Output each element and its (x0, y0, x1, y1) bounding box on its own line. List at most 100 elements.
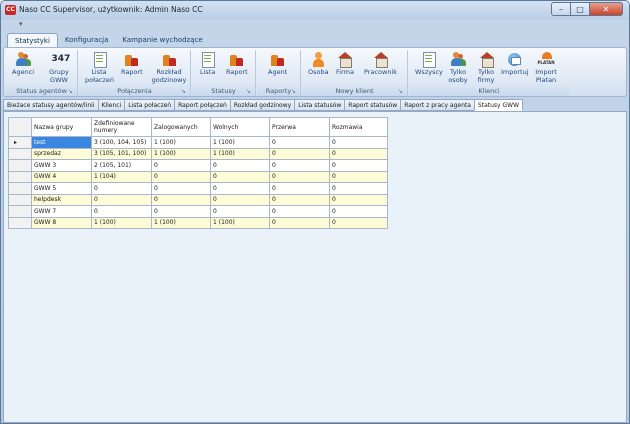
table-cell[interactable]: 1 (100) (210, 147, 270, 160)
table-cell[interactable]: 0 (269, 182, 330, 195)
raport-polaczen-button[interactable]: Raport (121, 52, 143, 77)
table-row[interactable]: sprzedaz 3 (105, 101, 100) 1 (100) 1 (100) 0… (8, 147, 388, 160)
table-cell[interactable]: 0 (91, 193, 152, 206)
table-cell[interactable]: 1 (100) (210, 136, 270, 149)
table-cell[interactable]: 1 (100) (151, 136, 211, 149)
table-cell[interactable]: 0 (151, 193, 211, 206)
doc-tab-rozklad-godzinowy[interactable]: Rozkład godzinowy (229, 99, 295, 111)
minimize-button[interactable]: – (551, 2, 571, 16)
column-header[interactable]: Zalogowanych (151, 117, 211, 137)
lista-statusow-button[interactable]: Lista (200, 52, 215, 77)
close-button[interactable]: ✕ (590, 2, 623, 16)
import-platan-button[interactable]: Import Platan (533, 52, 559, 84)
table-cell[interactable]: 0 (269, 216, 330, 229)
doc-tab-raport-polaczen[interactable]: Raport połączeń (174, 99, 230, 111)
table-cell[interactable]: 0 (269, 193, 330, 206)
doc-tab-raport-statusow[interactable]: Raport statusów (344, 99, 401, 111)
table-cell[interactable]: 0 (329, 182, 388, 195)
table-row[interactable]: GWW 700000 (8, 205, 388, 218)
table-cell[interactable]: 0 (151, 170, 211, 183)
quick-access-dropdown-icon[interactable]: ▾ (19, 20, 27, 28)
doc-tab-klienci[interactable]: Klienci (97, 99, 125, 111)
table-cell[interactable]: 0 (329, 193, 388, 206)
table-row[interactable]: helpdesk 0 0 0 0 0 (8, 193, 388, 206)
table-cell[interactable]: helpdesk (31, 193, 92, 206)
doc-tab-biezace-statusy[interactable]: Bieżace statusy agentów/linii (3, 99, 98, 111)
dialog-launcher-icon[interactable]: ↘ (291, 88, 298, 95)
table-row[interactable]: GWW 32 (105, 101) 0 0 0 0 (8, 159, 388, 172)
firma-button[interactable]: Firma (336, 52, 354, 77)
table-cell[interactable]: 0 (269, 147, 330, 160)
dialog-launcher-icon[interactable]: ↘ (68, 88, 75, 95)
table-cell[interactable]: 0 (329, 159, 388, 172)
table-cell[interactable]: 2 (105, 101) (91, 159, 152, 172)
agent-report-button[interactable]: Agent (268, 52, 287, 77)
lista-polaczen-button[interactable]: Lista połaczeń (85, 52, 114, 84)
agenci-button[interactable]: Agenci (12, 52, 34, 77)
row-header[interactable] (8, 170, 32, 183)
row-header[interactable] (8, 159, 32, 172)
osoba-button[interactable]: Osoba (308, 52, 329, 77)
table-row[interactable]: GWW 500000 (8, 182, 388, 195)
row-header[interactable] (8, 147, 32, 160)
table-cell[interactable]: 0 (329, 216, 388, 229)
table-cell[interactable]: 0 (210, 193, 270, 206)
app-logo-icon[interactable]: CC (5, 5, 16, 15)
dialog-launcher-icon[interactable]: ↘ (398, 88, 405, 95)
table-cell[interactable]: 1 (100) (151, 147, 211, 160)
table-cell[interactable]: 1 (100) (210, 216, 270, 229)
table-cell[interactable]: 3 (100, 104, 105) (91, 136, 152, 149)
table-cell[interactable]: 0 (210, 159, 270, 172)
table-cell[interactable]: 0 (329, 205, 388, 218)
column-header[interactable]: Nazwa grupy (31, 117, 92, 137)
importuj-button[interactable]: Importuj (501, 52, 529, 77)
table-cell[interactable]: 1 (104) (91, 170, 152, 183)
column-header[interactable]: Rozmawia (329, 117, 388, 137)
column-header[interactable]: Zdefiniowane numery (91, 117, 152, 137)
dialog-launcher-icon[interactable]: ↘ (246, 88, 253, 95)
doc-tab-lista-statusow[interactable]: Lista statusów (294, 99, 345, 111)
row-header[interactable]: ▸ (8, 136, 32, 149)
table-cell[interactable]: 0 (269, 136, 330, 149)
doc-tab-statusy-gww[interactable]: Statusy GWW (473, 99, 524, 111)
table-cell[interactable]: 0 (151, 205, 211, 218)
title-bar[interactable]: CC Naso CC Supervisor, użytkownik: Admin… (1, 1, 629, 20)
doc-tab-lista-polaczen[interactable]: Lista połaczeń (124, 99, 175, 111)
tab-kampanie-wychodzace[interactable]: Kampanie wychodzące (115, 33, 209, 47)
table-cell[interactable]: 3 (105, 101, 100) (91, 147, 152, 160)
tab-statystyki[interactable]: Statystyki (7, 33, 58, 47)
table-row[interactable]: GWW 81 (100) 1 (100) 1 (100) 0 0 (8, 216, 388, 229)
row-header[interactable] (8, 182, 32, 195)
table-cell[interactable]: 0 (269, 205, 330, 218)
table-cell[interactable]: GWW 7 (31, 205, 92, 218)
table-cell[interactable]: 0 (151, 159, 211, 172)
rozklad-godzinowy-button[interactable]: Rozkład godzinowy (151, 52, 187, 84)
table-cell[interactable]: sprzedaz (31, 147, 92, 160)
table-cell[interactable]: 0 (269, 170, 330, 183)
maximize-button[interactable]: □ (571, 2, 590, 16)
tylko-firmy-button[interactable]: Tylko firmy (475, 52, 497, 84)
dialog-launcher-icon[interactable]: ↘ (181, 88, 188, 95)
table-cell[interactable]: GWW 5 (31, 182, 92, 195)
table-cell[interactable]: 1 (100) (151, 216, 211, 229)
table-cell[interactable]: test (31, 136, 92, 149)
row-header[interactable] (8, 193, 32, 206)
table-cell[interactable]: GWW 3 (31, 159, 92, 172)
tab-konfiguracja[interactable]: Konfiguracja (58, 33, 116, 47)
tylko-osoby-button[interactable]: Tylko osoby (447, 52, 469, 84)
table-cell[interactable]: 0 (210, 182, 270, 195)
raport-statusow-button[interactable]: Raport (226, 52, 248, 77)
table-cell[interactable]: GWW 4 (31, 170, 92, 183)
table-cell[interactable]: 0 (329, 147, 388, 160)
table-cell[interactable]: 1 (100) (91, 216, 152, 229)
table-cell[interactable]: 0 (91, 182, 152, 195)
wszyscy-button[interactable]: Wszyscy (415, 52, 443, 77)
pracownik-button[interactable]: Pracownik (364, 52, 397, 77)
column-header[interactable]: Przerwa (269, 117, 330, 137)
table-cell[interactable]: 0 (329, 170, 388, 183)
column-header[interactable]: Wolnych (210, 117, 270, 137)
doc-tab-raport-pracy-agenta[interactable]: Raport z pracy agenta (400, 99, 474, 111)
grupy-gww-button[interactable]: 347 Grupy GWW (46, 52, 72, 84)
table-cell[interactable]: 0 (269, 159, 330, 172)
row-header[interactable] (8, 205, 32, 218)
